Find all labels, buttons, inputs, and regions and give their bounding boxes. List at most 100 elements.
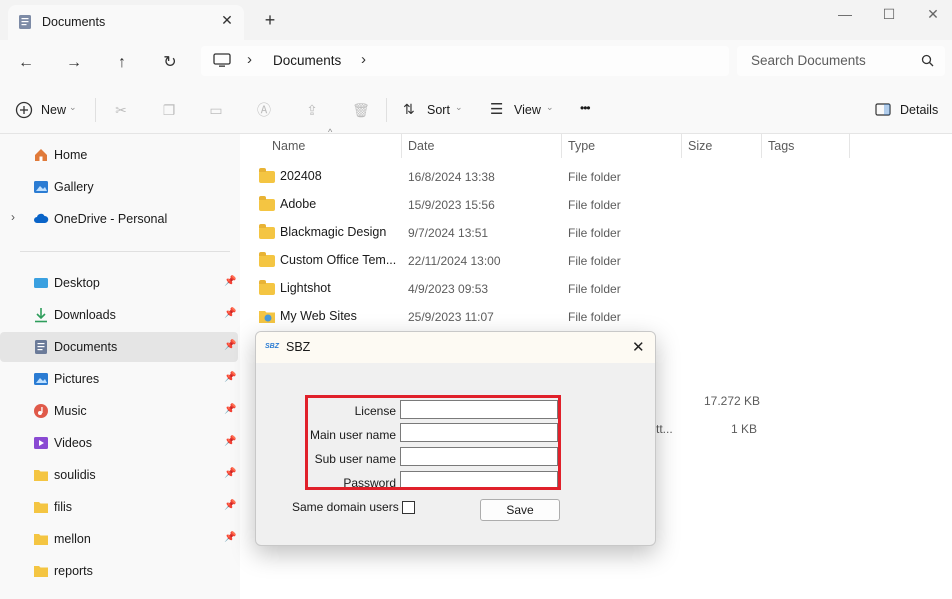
same-domain-users-label: Same domain users — [292, 500, 399, 514]
breadcrumb-chevron: › — [247, 51, 252, 68]
pin-icon[interactable]: 📌 — [224, 404, 236, 415]
pin-icon[interactable]: 📌 — [224, 340, 236, 351]
sidebar-item-mellon[interactable]: mellon 📌 — [0, 524, 238, 554]
file-name[interactable]: 202408 — [280, 169, 322, 183]
file-type: File folder — [568, 226, 621, 240]
file-type: File folder — [568, 310, 621, 324]
search-box[interactable]: Search Documents — [737, 46, 945, 76]
sidebar-item-label: Videos — [54, 436, 92, 450]
sidebar-item-label: reports — [54, 564, 93, 578]
documents-icon — [35, 340, 47, 354]
same-domain-users-checkbox[interactable] — [402, 501, 415, 514]
sidebar-item-filis[interactable]: filis 📌 — [0, 492, 238, 522]
details-button[interactable]: Details — [900, 103, 938, 117]
sidebar-item-downloads[interactable]: Downloads 📌 — [0, 300, 238, 330]
file-name[interactable]: Adobe — [280, 197, 316, 211]
sidebar-item-label: Downloads — [54, 308, 116, 322]
sidebar-item-desktop[interactable]: Desktop 📌 — [0, 268, 238, 298]
column-header-type[interactable]: Type — [568, 139, 595, 153]
sort-ascending-icon: ^ — [328, 127, 333, 137]
file-size: 17.272 KB — [704, 394, 761, 408]
column-divider[interactable] — [761, 134, 762, 158]
column-header-date[interactable]: Date — [408, 139, 434, 153]
pin-icon[interactable]: 📌 — [224, 372, 236, 383]
pin-icon[interactable]: 📌 — [224, 468, 236, 479]
file-type: File folder — [568, 170, 621, 184]
file-type-partial: tt... — [656, 422, 673, 436]
sidebar-item-label: Gallery — [54, 180, 94, 194]
sidebar-item-label: Home — [54, 148, 88, 162]
file-name[interactable]: Custom Office Tem... — [280, 253, 396, 267]
pin-icon[interactable]: 📌 — [224, 500, 236, 511]
sidebar-item-home[interactable]: Home — [0, 140, 238, 170]
file-name[interactable]: My Web Sites — [280, 309, 357, 323]
sort-icon[interactable]: ⇅ — [403, 101, 415, 118]
sidebar-item-music[interactable]: Music 📌 — [0, 396, 238, 426]
sidebar-item-reports[interactable]: reports — [0, 556, 238, 586]
desktop-icon — [34, 278, 48, 288]
address-bar[interactable]: › Documents › — [201, 46, 729, 76]
sidebar-item-videos[interactable]: Videos 📌 — [0, 428, 238, 458]
file-date: 22/11/2024 13:00 — [408, 254, 501, 268]
sbz-logo-icon: SBZ — [265, 343, 279, 350]
column-divider[interactable] — [681, 134, 682, 158]
view-button[interactable]: View — [514, 103, 541, 117]
tab-documents[interactable]: Documents ✕ — [8, 5, 244, 40]
chevron-right-icon[interactable]: › — [11, 210, 15, 224]
new-icon[interactable] — [15, 101, 33, 119]
column-header-size[interactable]: Size — [688, 139, 712, 153]
forward-button[interactable]: → — [62, 51, 86, 75]
details-pane-icon[interactable] — [875, 103, 891, 116]
column-header-name[interactable]: Name — [272, 139, 305, 153]
sort-button[interactable]: Sort — [427, 103, 450, 117]
sidebar-item-gallery[interactable]: Gallery — [0, 172, 238, 202]
new-tab-button[interactable]: + — [260, 10, 280, 30]
back-button[interactable]: ← — [14, 51, 38, 75]
paste-icon[interactable]: ▭ — [207, 101, 225, 119]
view-icon[interactable]: ☰ — [490, 100, 503, 118]
pin-icon[interactable]: 📌 — [224, 436, 236, 447]
dialog-close-icon[interactable]: ✕ — [632, 338, 645, 356]
file-date: 9/7/2024 13:51 — [408, 226, 489, 240]
tab-close-icon[interactable]: ✕ — [218, 11, 236, 29]
folder-icon — [259, 168, 275, 183]
folder-icon — [34, 566, 48, 577]
up-button[interactable]: ↑ — [110, 51, 134, 75]
dialog-title-bar[interactable]: SBZ SBZ ✕ — [256, 332, 655, 363]
sidebar-item-onedrive[interactable]: › OneDrive - Personal — [0, 204, 238, 234]
cut-icon[interactable]: ✂ — [112, 101, 130, 119]
close-window-button[interactable]: ✕ — [910, 4, 952, 24]
search-icon[interactable] — [921, 54, 934, 67]
breadcrumb-documents[interactable]: Documents — [273, 53, 341, 68]
refresh-button[interactable]: ↻ — [158, 51, 182, 75]
sidebar-item-label: mellon — [54, 532, 91, 546]
sidebar-item-soulidis[interactable]: soulidis 📌 — [0, 460, 238, 490]
file-name[interactable]: Lightshot — [280, 281, 331, 295]
share-icon[interactable]: ⇪ — [303, 101, 321, 119]
column-header-tags[interactable]: Tags — [768, 139, 794, 153]
pin-icon[interactable]: 📌 — [224, 532, 236, 543]
rename-icon[interactable]: Ⓐ — [255, 101, 273, 119]
folder-icon — [259, 252, 275, 267]
save-button[interactable]: Save — [480, 499, 560, 521]
sidebar-item-documents[interactable]: Documents 📌 — [0, 332, 238, 362]
copy-icon[interactable]: ❐ — [160, 101, 178, 119]
delete-icon[interactable]: 🗑 — [352, 101, 370, 119]
file-type: File folder — [568, 254, 621, 268]
file-name[interactable]: Blackmagic Design — [280, 225, 386, 239]
sidebar-item-pictures[interactable]: Pictures 📌 — [0, 364, 238, 394]
highlight-box — [305, 395, 561, 490]
computer-icon — [213, 53, 231, 67]
more-options-button[interactable]: ••• — [580, 101, 591, 115]
pin-icon[interactable]: 📌 — [224, 276, 236, 287]
folder-icon — [34, 534, 48, 545]
breadcrumb-chevron-end[interactable]: › — [361, 51, 366, 68]
pin-icon[interactable]: 📌 — [224, 308, 236, 319]
column-divider[interactable] — [561, 134, 562, 158]
new-button[interactable]: New — [41, 103, 66, 117]
minimize-button[interactable]: — — [822, 4, 868, 24]
column-divider[interactable] — [849, 134, 850, 158]
maximize-button[interactable]: ☐ — [866, 4, 912, 24]
column-divider[interactable] — [401, 134, 402, 158]
sidebar-item-label: soulidis — [54, 468, 96, 482]
